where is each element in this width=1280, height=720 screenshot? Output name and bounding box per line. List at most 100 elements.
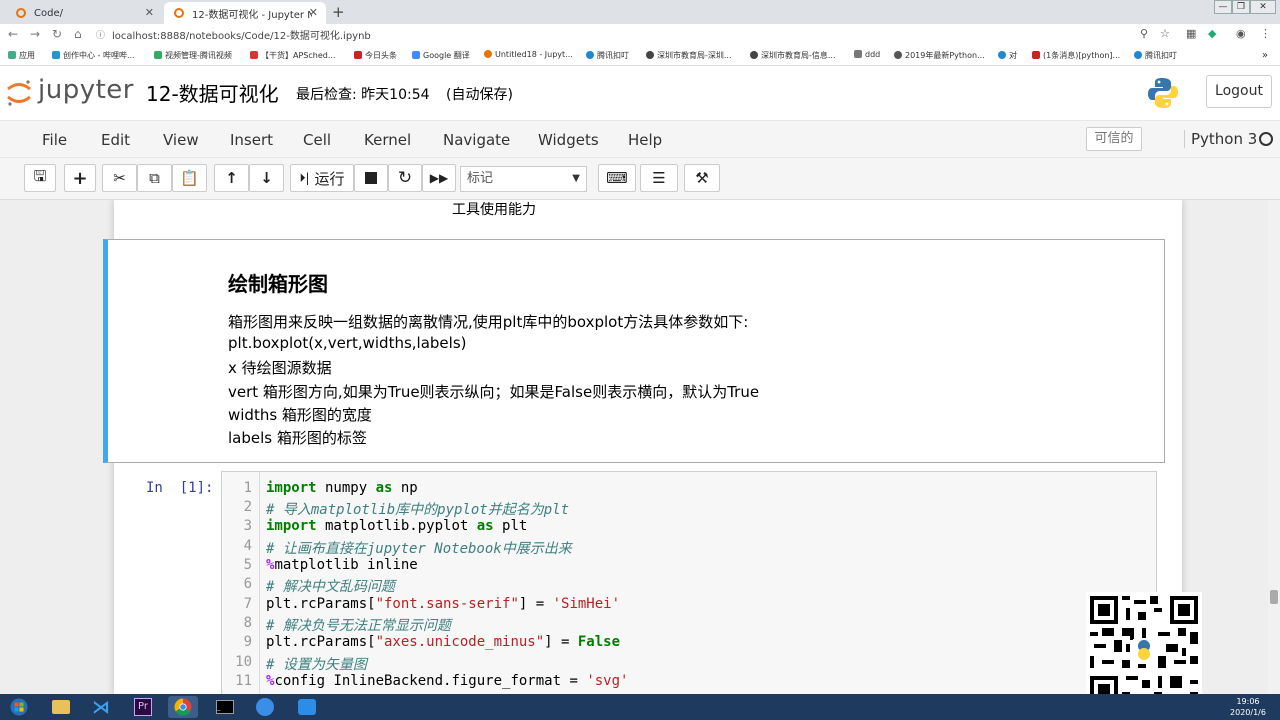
info-icon[interactable]: ⓘ <box>96 28 105 41</box>
bookmark-star-icon[interactable]: ☆ <box>1160 27 1170 40</box>
home-icon[interactable]: ⌂ <box>74 27 82 41</box>
qr-code-icon <box>1086 592 1202 708</box>
browser-tab-notebook[interactable]: 12-数据可视化 - Jupyter Notebo ✕ <box>164 2 326 24</box>
windows-logo-icon <box>10 698 28 716</box>
cell-type-select[interactable]: 标记 ▼ <box>460 166 587 192</box>
restart-button[interactable]: ↻ <box>388 164 422 192</box>
url-input[interactable]: localhost:8888/notebooks/Code/12-数据可视化.i… <box>112 27 371 42</box>
move-up-button[interactable]: ↑ <box>214 164 249 192</box>
bookmark-item[interactable]: 今日头条 <box>354 50 397 61</box>
line-number: 10 <box>235 654 252 670</box>
extensions-icon[interactable]: ▦ <box>1186 27 1196 40</box>
taskbar-app-video[interactable] <box>292 696 322 718</box>
logout-button[interactable]: Logout <box>1206 75 1272 108</box>
system-clock[interactable]: 19:06 2020/1/6 <box>1222 696 1274 718</box>
bookmark-item[interactable]: 应用 <box>8 50 35 61</box>
arrow-down-icon: ↓ <box>260 169 273 187</box>
restore-icon[interactable]: ❐ <box>1232 0 1250 14</box>
bookmark-item[interactable]: ddd <box>854 50 880 59</box>
cut-button[interactable]: ✂ <box>102 164 137 192</box>
terminal-icon: _ <box>216 700 234 714</box>
menu-widgets[interactable]: Widgets <box>538 131 599 149</box>
back-icon[interactable]: ← <box>8 27 18 41</box>
code-line[interactable]: # 导入matplotlib库中的pyplot并起名为plt <box>266 499 569 519</box>
forward-icon[interactable]: → <box>30 27 40 41</box>
run-button[interactable]: ⏵︎| 运行 <box>290 164 354 192</box>
menu-cell[interactable]: Cell <box>303 131 331 149</box>
bookmark-item[interactable]: 深圳市教育局-信息... <box>750 50 836 61</box>
jupyter-logo-text[interactable]: jupyter <box>38 75 134 105</box>
code-line[interactable]: %matplotlib inline <box>266 557 418 573</box>
cell-toolbar-button[interactable]: ☰ <box>640 164 678 192</box>
menu-kernel[interactable]: Kernel <box>364 131 411 149</box>
taskbar-premiere[interactable]: Pr <box>128 696 158 718</box>
more-menu-icon[interactable]: ⋮ <box>1260 27 1271 40</box>
page-scrollbar[interactable] <box>1268 200 1280 694</box>
jupyter-logo-icon[interactable] <box>6 78 32 108</box>
restart-run-all-button[interactable]: ▶▶ <box>422 164 456 192</box>
move-down-button[interactable]: ↓ <box>249 164 284 192</box>
browser-tab-code[interactable]: Code/ ✕ <box>6 2 162 24</box>
menu-help[interactable]: Help <box>628 131 662 149</box>
menu-file[interactable]: File <box>42 131 67 149</box>
code-line[interactable]: # 让画布直接在jupyter Notebook中展示出来 <box>266 538 572 558</box>
line-number: 6 <box>243 576 252 592</box>
bookmark-item[interactable]: (1条消息)[python]... <box>1032 50 1120 61</box>
code-line[interactable]: plt.rcParams["axes.unicode_minus"] = Fal… <box>266 634 620 650</box>
menu-view[interactable]: View <box>163 131 199 149</box>
new-tab-icon[interactable]: + <box>332 3 345 21</box>
menu-navigate[interactable]: Navigate <box>443 131 510 149</box>
close-icon[interactable]: ✕ <box>145 6 154 19</box>
taskbar-file-explorer[interactable] <box>46 696 76 718</box>
bookmark-item[interactable]: 2019年最新Python... <box>894 50 985 61</box>
taskbar-vscode[interactable]: ⋊ <box>86 696 116 718</box>
interrupt-button[interactable] <box>354 164 388 192</box>
code-line[interactable]: # 解决中文乱码问题 <box>266 576 395 596</box>
bookmark-item[interactable]: 对 <box>998 50 1017 61</box>
premiere-icon: Pr <box>134 698 152 716</box>
code-line[interactable]: import numpy as np <box>266 480 418 496</box>
taskbar-chrome[interactable] <box>168 696 198 718</box>
code-line[interactable]: # 设置为矢量图 <box>266 654 367 674</box>
bookmark-item[interactable]: 创作中心 - 哔哩哔... <box>52 50 135 61</box>
taskbar-terminal[interactable]: _ <box>210 696 240 718</box>
scrollbar-thumb[interactable] <box>1270 590 1278 604</box>
jupyter-favicon-icon <box>16 8 26 18</box>
paste-button[interactable]: 📋 <box>172 164 207 192</box>
copy-button[interactable]: ⧉ <box>137 164 172 192</box>
reload-icon[interactable]: ↻ <box>52 27 62 41</box>
extension-button[interactable]: ⚒ <box>684 164 720 192</box>
notebook-name[interactable]: 12-数据可视化 <box>146 78 279 107</box>
taskbar-app-blue[interactable] <box>250 696 280 718</box>
profile-icon[interactable]: ◉ <box>1236 27 1246 40</box>
kernel-name[interactable]: Python 3 <box>1184 130 1257 148</box>
window-close-icon[interactable]: ✕ <box>1250 0 1276 14</box>
command-palette-button[interactable]: ⌨ <box>598 164 636 192</box>
bookmark-item[interactable]: Untitled18 - Jupyt... <box>484 50 573 59</box>
menu-insert[interactable]: Insert <box>230 131 273 149</box>
start-button[interactable] <box>4 696 34 718</box>
bookmark-item[interactable]: 视频管理-腾讯视频 <box>154 50 232 61</box>
menu-edit[interactable]: Edit <box>101 131 130 149</box>
zoom-icon[interactable]: ⚲ <box>1140 27 1148 40</box>
insert-cell-button[interactable]: + <box>64 164 96 192</box>
bookmark-item[interactable]: 腾讯扣叮 <box>586 50 629 61</box>
code-line[interactable]: # 解决负号无法正常显示问题 <box>266 615 451 635</box>
bookmark-item[interactable]: Google 翻译 <box>412 50 470 61</box>
shield-icon[interactable]: ◆ <box>1208 27 1216 40</box>
code-line[interactable]: %config InlineBackend.figure_format = 's… <box>266 673 628 689</box>
bookmark-item[interactable]: 腾讯扣叮 <box>1134 50 1177 61</box>
trusted-indicator[interactable]: 可信的 <box>1086 127 1142 151</box>
feather-icon <box>256 698 274 716</box>
code-line[interactable]: plt.rcParams["font.sans-serif"] = 'SimHe… <box>266 596 620 612</box>
save-button[interactable]: 🖫 <box>24 164 56 192</box>
bookmark-item[interactable]: 深圳市教育局-深圳... <box>646 50 732 61</box>
bookmarks-overflow-icon[interactable]: » <box>1262 50 1268 61</box>
plus-icon: + <box>72 167 88 189</box>
code-line[interactable]: import matplotlib.pyplot as plt <box>266 518 527 534</box>
minimize-icon[interactable]: — <box>1214 0 1232 14</box>
close-icon[interactable]: ✕ <box>309 6 318 19</box>
autosave-status: (自动保存) <box>446 87 513 103</box>
markdown-line: widths 箱形图的宽度 <box>228 406 372 424</box>
bookmark-item[interactable]: 【干货】APSched... <box>250 50 335 61</box>
